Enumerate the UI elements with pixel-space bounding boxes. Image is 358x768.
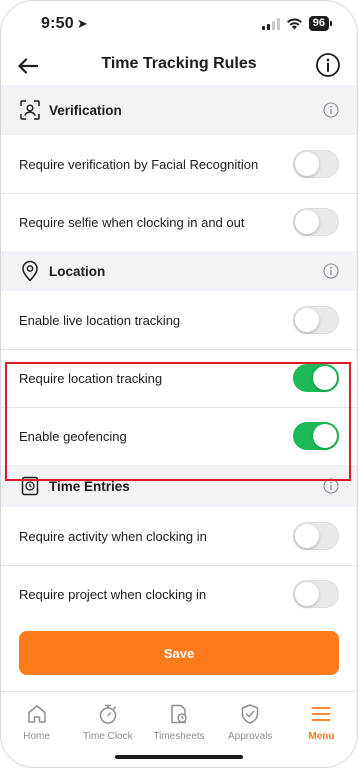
info-icon (316, 53, 340, 77)
project-toggle[interactable] (293, 580, 339, 608)
section-header-verification: Verification (1, 85, 357, 135)
live-location-toggle[interactable] (293, 306, 339, 334)
section-header-time-entries: Time Entries (1, 465, 357, 507)
section-title: Location (49, 263, 106, 279)
setting-row: Enable live location tracking (1, 291, 357, 349)
battery-indicator: 96 (308, 16, 333, 31)
section-title: Verification (49, 102, 122, 118)
info-button[interactable] (315, 52, 341, 78)
save-bar: Save (1, 623, 357, 691)
geofencing-toggle[interactable] (293, 422, 339, 450)
tab-home[interactable]: Home (1, 692, 72, 767)
time-entry-icon (19, 475, 41, 497)
selfie-toggle[interactable] (293, 208, 339, 236)
location-arrow-icon: ➤ (76, 16, 88, 31)
setting-label: Require verification by Facial Recogniti… (19, 156, 259, 172)
clock-time: 9:50 (41, 15, 74, 32)
setting-label: Require activity when clocking in (19, 528, 207, 544)
setting-label: Require project when clocking in (19, 586, 207, 602)
setting-row: Require project when clocking in (1, 565, 357, 623)
home-indicator (115, 755, 243, 759)
setting-row: Require location tracking (1, 349, 357, 407)
tab-menu[interactable]: Menu (286, 692, 357, 767)
home-icon (25, 702, 49, 726)
shield-check-icon (238, 702, 262, 726)
save-button[interactable]: Save (19, 631, 339, 675)
setting-row: Enable geofencing (1, 407, 357, 465)
location-tracking-toggle[interactable] (293, 364, 339, 392)
setting-label: Require selfie when clocking in and out (19, 214, 245, 230)
menu-icon (309, 702, 333, 726)
activity-toggle[interactable] (293, 522, 339, 550)
section-info-icon[interactable] (323, 102, 339, 118)
settings-list[interactable]: Verification Require verification by Fac… (1, 85, 357, 623)
tab-label: Menu (308, 731, 335, 742)
tab-label: Time Clock (82, 731, 133, 742)
tab-bar: Home Time Clock Timesheets Approvals Men… (1, 691, 357, 767)
status-icons: 96 (261, 16, 333, 31)
section-info-icon[interactable] (323, 263, 339, 279)
app-header: Time Tracking Rules (1, 47, 357, 85)
cellular-signal-icon (261, 17, 280, 30)
setting-row: Require verification by Facial Recogniti… (1, 135, 357, 193)
setting-label: Enable live location tracking (19, 312, 181, 328)
app-screen: 9:50 ➤ 96 Time Tracking Rules Verificati… (0, 0, 358, 768)
status-time: 9:50 ➤ (41, 15, 88, 33)
section-header-location: Location (1, 251, 357, 291)
tab-label: Approvals (227, 731, 273, 742)
status-bar: 9:50 ➤ 96 (1, 1, 357, 47)
page-title: Time Tracking Rules (101, 55, 257, 72)
wifi-icon (286, 17, 302, 29)
location-pin-icon (19, 260, 41, 282)
tab-label: Home (23, 731, 50, 742)
setting-row: Require selfie when clocking in and out (1, 193, 357, 251)
section-title: Time Entries (49, 478, 130, 494)
setting-label: Enable geofencing (19, 428, 127, 444)
stopwatch-icon (96, 702, 120, 726)
face-scan-icon (19, 99, 41, 121)
setting-label: Require location tracking (19, 370, 163, 386)
section-info-icon[interactable] (323, 478, 339, 494)
setting-row: Require activity when clocking in (1, 507, 357, 565)
timesheet-icon (167, 702, 191, 726)
tab-label: Timesheets (153, 731, 205, 742)
facial-recognition-toggle[interactable] (293, 150, 339, 178)
